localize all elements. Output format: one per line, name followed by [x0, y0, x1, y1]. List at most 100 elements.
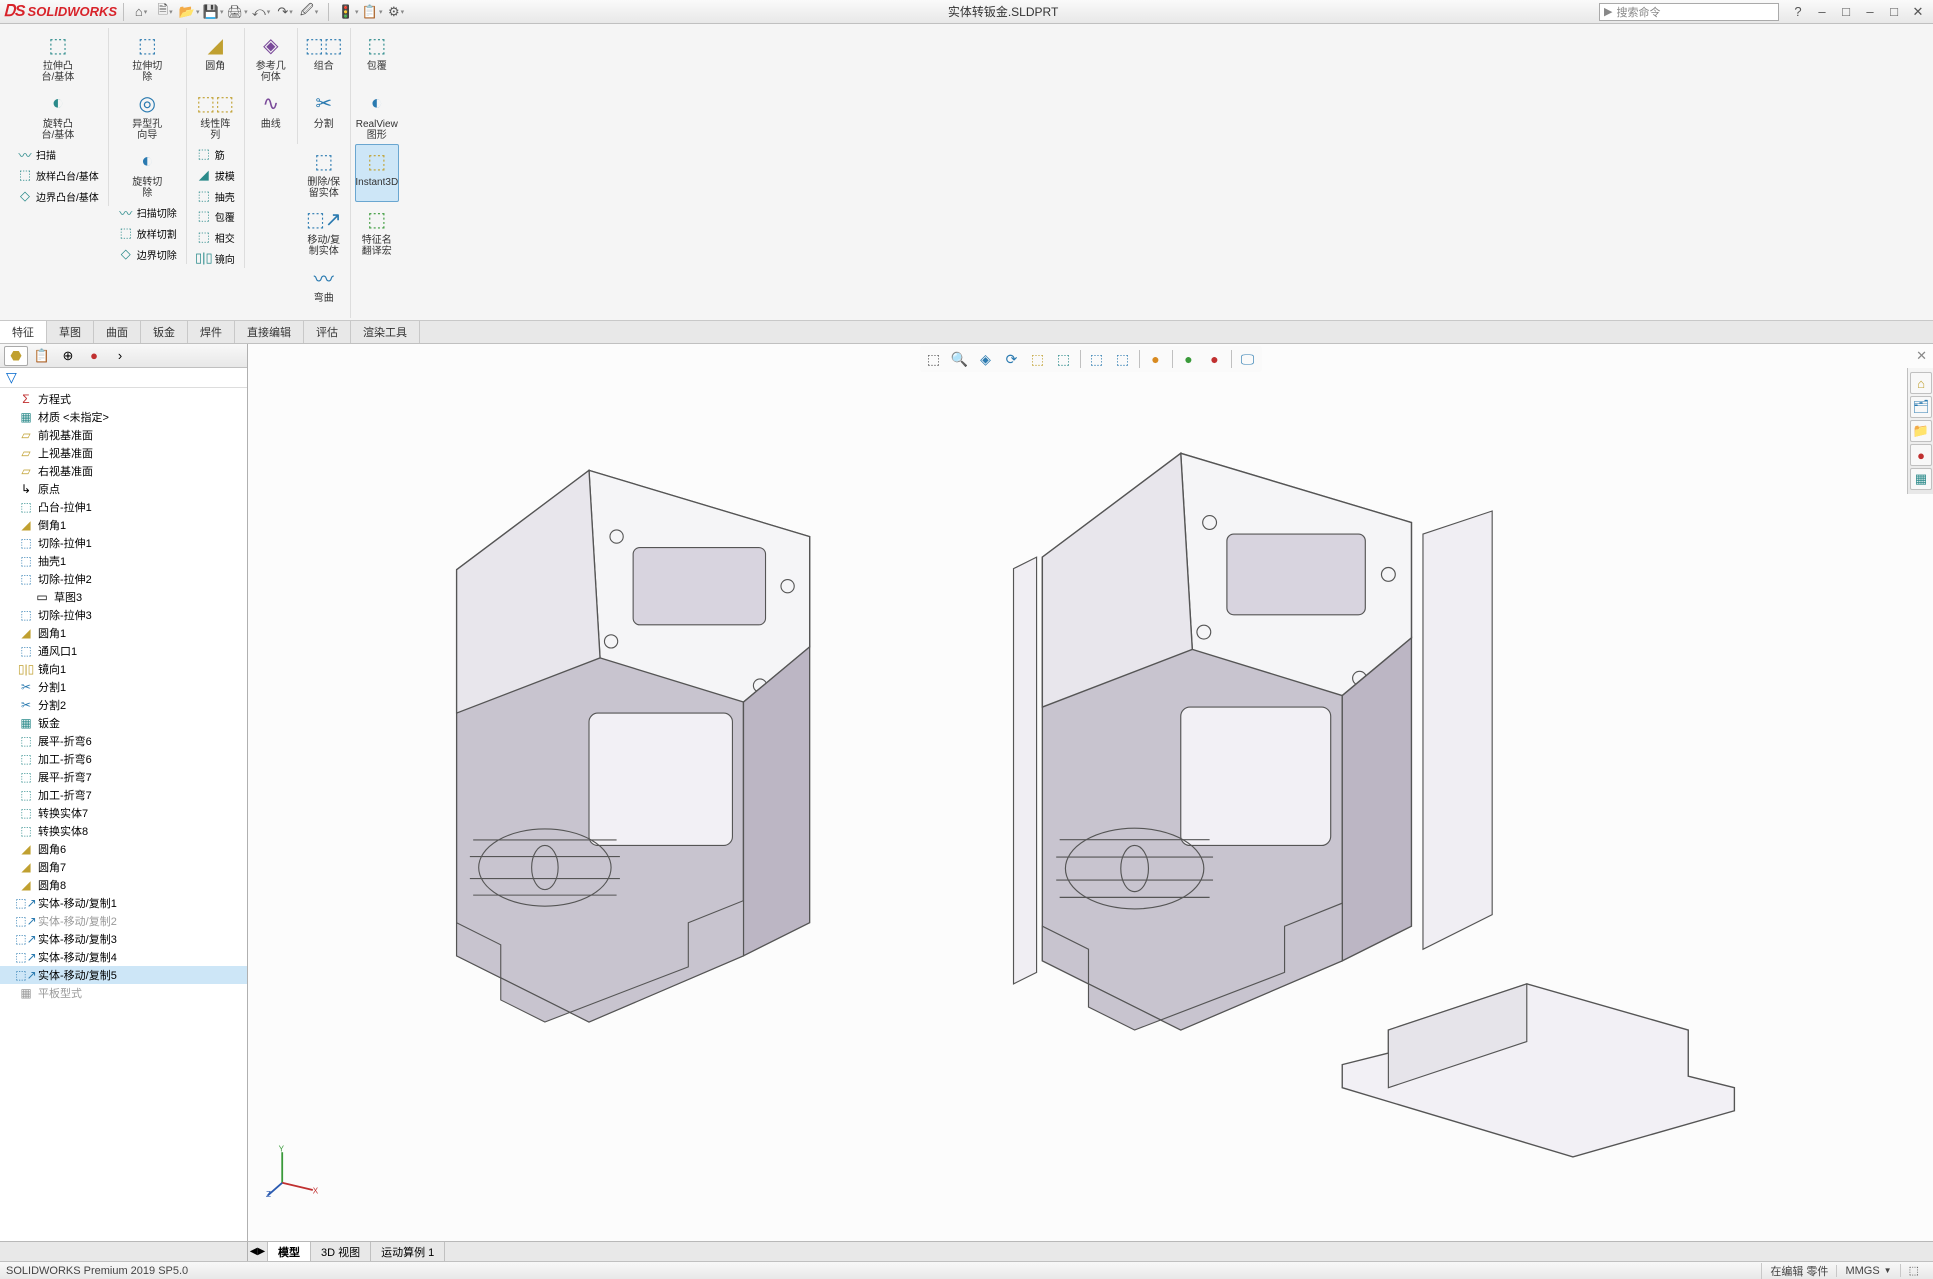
fm-tab-3[interactable]: ● [82, 346, 106, 366]
ribbon-cmd-5-0[interactable]: ⬚包覆 [355, 28, 399, 86]
qa-button-10[interactable]: 📋▾ [361, 2, 383, 22]
orientation-triad[interactable]: Y X Z [266, 1145, 320, 1199]
feature-item-12[interactable]: ⬚切除-拉伸3 [0, 606, 247, 624]
feature-item-33[interactable]: ▦平板型式 [0, 984, 247, 1002]
ribbon-smallcmd-2-3-0[interactable]: ⬚包覆 [191, 206, 240, 226]
feature-item-11[interactable]: ▭草图3 [0, 588, 247, 606]
feature-item-22[interactable]: ⬚加工-折弯7 [0, 786, 247, 804]
feature-item-3[interactable]: ▱上视基准面 [0, 444, 247, 462]
ribbon-cmd-5-3[interactable]: ⬚特征名翻译宏 [355, 202, 399, 260]
qa-button-7[interactable]: 🖉▾ [298, 2, 320, 22]
feature-item-23[interactable]: ⬚转换实体7 [0, 804, 247, 822]
ribbon-cmd-2-0[interactable]: ◢圆角 [193, 28, 237, 86]
ribbon-cmd-4-4[interactable]: 〰弯曲 [302, 260, 346, 318]
ribbon-tab-2[interactable]: 曲面 [94, 321, 141, 343]
feature-item-14[interactable]: ⬚通风口1 [0, 642, 247, 660]
ribbon-cmd-4-1[interactable]: ✂分割 [302, 86, 346, 144]
window-control-1[interactable]: ‒ [1811, 2, 1833, 22]
feature-item-2[interactable]: ▱前视基准面 [0, 426, 247, 444]
ribbon-cmd-1-1[interactable]: ◎异型孔向导 [125, 86, 169, 144]
ribbon-cmd-1-0[interactable]: ⬚拉伸切除 [125, 28, 169, 86]
ribbon-tab-0[interactable]: 特征 [0, 321, 47, 343]
feature-item-4[interactable]: ▱右视基准面 [0, 462, 247, 480]
qa-button-3[interactable]: 💾▾ [202, 2, 224, 22]
ribbon-cmd-5-2[interactable]: ⬚Instant3D [355, 144, 399, 202]
window-control-0[interactable]: ? [1787, 2, 1809, 22]
search-command-box[interactable]: ▶ 搜索命令 [1599, 3, 1779, 21]
feature-item-15[interactable]: ▯|▯镜向1 [0, 660, 247, 678]
ribbon-cmd-4-2[interactable]: ⬚删除/保留实体 [302, 144, 346, 202]
feature-item-25[interactable]: ◢圆角6 [0, 840, 247, 858]
ribbon-smallcmd-0-2-1[interactable]: ⬚放样凸台/基体 [12, 165, 104, 185]
ribbon-tab-4[interactable]: 焊件 [188, 321, 235, 343]
ribbon-smallcmd-2-2-2[interactable]: ⬚抽壳 [191, 186, 240, 206]
ribbon-smallcmd-1-3-2[interactable]: ◇边界切除 [113, 244, 182, 264]
feature-item-28[interactable]: ⬚↗实体-移动/复制1 [0, 894, 247, 912]
fm-tab-1[interactable]: 📋 [30, 346, 54, 366]
fm-tab-0[interactable]: ⬣ [4, 346, 28, 366]
feature-item-8[interactable]: ⬚切除-拉伸1 [0, 534, 247, 552]
feature-item-30[interactable]: ⬚↗实体-移动/复制3 [0, 930, 247, 948]
feature-item-1[interactable]: ▦材质 <未指定> [0, 408, 247, 426]
feature-item-0[interactable]: Σ方程式 [0, 390, 247, 408]
qa-button-1[interactable]: 🗎▾ [154, 2, 176, 22]
ribbon-tab-7[interactable]: 渲染工具 [351, 321, 420, 343]
feature-item-5[interactable]: ↳原点 [0, 480, 247, 498]
ribbon-tab-3[interactable]: 钣金 [141, 321, 188, 343]
ribbon-cmd-1-2[interactable]: ◐旋转切除 [125, 144, 169, 202]
feature-item-13[interactable]: ◢圆角1 [0, 624, 247, 642]
ribbon-cmd-5-1[interactable]: ◐RealView图形 [355, 86, 399, 144]
ribbon-cmd-0-0[interactable]: ⬚拉伸凸台/基体 [36, 28, 80, 86]
feature-item-17[interactable]: ✂分割2 [0, 696, 247, 714]
ribbon-cmd-3-1[interactable]: ∿曲线 [249, 86, 293, 144]
ribbon-tab-1[interactable]: 草图 [47, 321, 94, 343]
graphics-area[interactable]: ✕ ⬚🔍◈⟳⬚⬚⬚⬚●●●🖵 ⌂🗂📁●▦ [248, 344, 1933, 1241]
ribbon-smallcmd-1-3-0[interactable]: 〰扫描切除 [113, 202, 182, 222]
ribbon-smallcmd-2-2-0[interactable]: ⬚筋 [191, 144, 240, 164]
window-control-4[interactable]: □ [1883, 2, 1905, 22]
feature-item-16[interactable]: ✂分割1 [0, 678, 247, 696]
feature-item-20[interactable]: ⬚加工-折弯6 [0, 750, 247, 768]
feature-item-7[interactable]: ◢倒角1 [0, 516, 247, 534]
ribbon-cmd-4-0[interactable]: ⬚⬚组合 [302, 28, 346, 86]
ribbon-cmd-0-1[interactable]: ◐旋转凸台/基体 [36, 86, 80, 144]
feature-item-10[interactable]: ⬚切除-拉伸2 [0, 570, 247, 588]
window-control-3[interactable]: ‒ [1859, 2, 1881, 22]
feature-item-21[interactable]: ⬚展平-折弯7 [0, 768, 247, 786]
fm-tab-2[interactable]: ⊕ [56, 346, 80, 366]
ribbon-cmd-3-0[interactable]: ◈参考几何体 [249, 28, 293, 86]
ribbon-cmd-4-3[interactable]: ⬚↗移动/复制实体 [302, 202, 346, 260]
window-control-5[interactable]: ✕ [1907, 2, 1929, 22]
tree-filter-bar[interactable]: ▽ [0, 368, 247, 388]
feature-tree[interactable]: Σ方程式▦材质 <未指定>▱前视基准面▱上视基准面▱右视基准面↳原点⬚凸台-拉伸… [0, 388, 247, 1241]
qa-button-9[interactable]: 🚦▾ [337, 2, 359, 22]
ribbon-smallcmd-2-2-1[interactable]: ◢拔模 [191, 165, 240, 185]
ribbon-smallcmd-2-3-1[interactable]: ⬚相交 [191, 227, 240, 247]
qa-button-0[interactable]: ⌂▾ [130, 2, 152, 22]
ribbon-smallcmd-2-3-2[interactable]: ▯|▯镜向 [191, 248, 240, 268]
fm-tab-4[interactable]: › [108, 346, 132, 366]
ribbon-smallcmd-1-3-1[interactable]: ⬚放样切割 [113, 223, 182, 243]
window-control-2[interactable]: □ [1835, 2, 1857, 22]
status-units[interactable]: MMGS▼ [1836, 1265, 1899, 1277]
feature-item-32[interactable]: ⬚↗实体-移动/复制5 [0, 966, 247, 984]
feature-item-6[interactable]: ⬚凸台-拉伸1 [0, 498, 247, 516]
ribbon-cmd-2-1[interactable]: ⬚⬚线性阵列 [193, 86, 237, 144]
status-extra-icon[interactable]: ⬚ [1900, 1264, 1927, 1277]
feature-item-31[interactable]: ⬚↗实体-移动/复制4 [0, 948, 247, 966]
feature-item-18[interactable]: ▦钣金 [0, 714, 247, 732]
qa-button-11[interactable]: ⚙▾ [385, 2, 407, 22]
ribbon-smallcmd-0-2-0[interactable]: 〰扫描 [12, 144, 104, 164]
feature-item-26[interactable]: ◢圆角7 [0, 858, 247, 876]
qa-button-4[interactable]: 🖨▾ [226, 2, 248, 22]
feature-item-19[interactable]: ⬚展平-折弯6 [0, 732, 247, 750]
ribbon-smallcmd-0-2-2[interactable]: ◇边界凸台/基体 [12, 186, 104, 206]
model-viewport[interactable] [248, 344, 1933, 1257]
feature-item-24[interactable]: ⬚转换实体8 [0, 822, 247, 840]
feature-item-9[interactable]: ⬚抽壳1 [0, 552, 247, 570]
feature-item-27[interactable]: ◢圆角8 [0, 876, 247, 894]
qa-button-5[interactable]: ⤺▾ [250, 2, 272, 22]
ribbon-tab-5[interactable]: 直接编辑 [235, 321, 304, 343]
feature-item-29[interactable]: ⬚↗实体-移动/复制2 [0, 912, 247, 930]
qa-button-6[interactable]: ↷▾ [274, 2, 296, 22]
